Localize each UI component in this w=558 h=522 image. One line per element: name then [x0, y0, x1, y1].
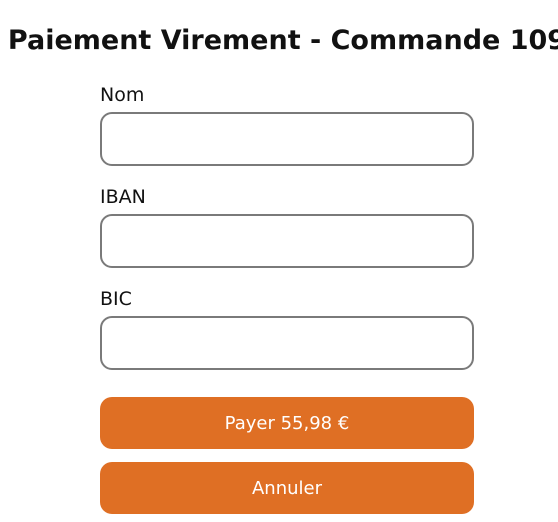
cancel-button[interactable]: Annuler — [100, 462, 474, 514]
payment-form: Nom IBAN BIC — [100, 84, 474, 390]
bic-label: BIC — [100, 288, 132, 310]
iban-label: IBAN — [100, 186, 146, 208]
name-input[interactable] — [100, 112, 474, 166]
iban-input[interactable] — [100, 214, 474, 268]
pay-button[interactable]: Payer 55,98 € — [100, 397, 474, 449]
bic-input[interactable] — [100, 316, 474, 370]
page-title: Paiement Virement - Commande 109 — [7, 25, 558, 56]
name-label: Nom — [100, 84, 145, 106]
